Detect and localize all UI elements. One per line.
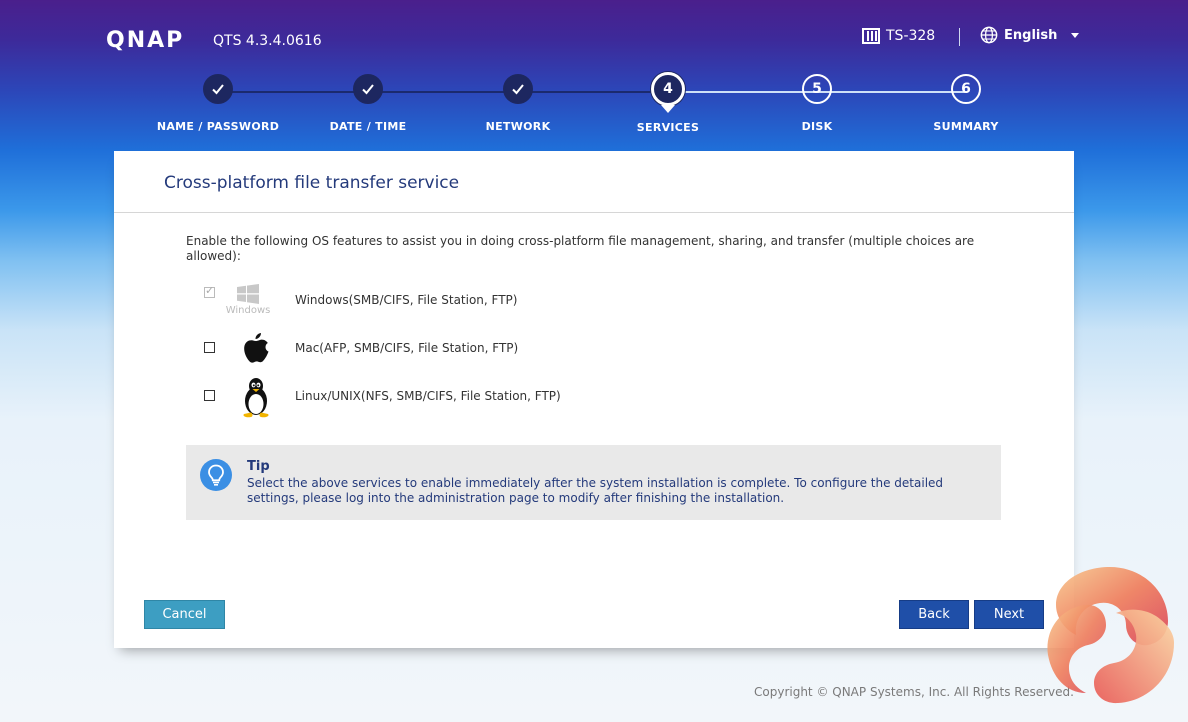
option-mac xyxy=(204,342,215,353)
copyright-footer: Copyright © QNAP Systems, Inc. All Right… xyxy=(754,685,1074,699)
nas-device-icon xyxy=(862,28,880,44)
title-divider xyxy=(114,212,1074,213)
site-watermark-logo xyxy=(1047,567,1174,704)
windows-label: Windows(SMB/CIFS, File Station, FTP) xyxy=(295,293,518,307)
step-label: NAME / PASSWORD xyxy=(156,120,280,133)
device-info: TS-328 xyxy=(862,28,935,44)
windows-caption: Windows xyxy=(225,305,271,316)
wizard-steps: NAME / PASSWORD DATE / TIME NETWORK 4 SE… xyxy=(0,72,1188,144)
step-label: SUMMARY xyxy=(933,120,999,133)
linux-checkbox[interactable] xyxy=(204,390,215,401)
step-label: SERVICES xyxy=(636,121,700,134)
panel-title: Cross-platform file transfer service xyxy=(164,173,460,193)
next-button[interactable]: Next xyxy=(974,600,1044,629)
globe-icon xyxy=(980,26,998,44)
option-linux xyxy=(204,390,215,401)
step-number: 6 xyxy=(951,74,981,104)
check-icon xyxy=(203,74,233,104)
step-label: DISK xyxy=(801,120,833,133)
language-label: English xyxy=(1004,27,1058,43)
services-panel: Cross-platform file transfer service Ena… xyxy=(114,151,1074,648)
check-icon xyxy=(353,74,383,104)
step-label: NETWORK xyxy=(485,120,551,133)
back-button[interactable]: Back xyxy=(899,600,969,629)
apple-icon xyxy=(240,330,272,366)
step-name-password: NAME / PASSWORD xyxy=(138,74,298,133)
mac-label: Mac(AFP, SMB/CIFS, File Station, FTP) xyxy=(295,341,519,355)
current-step-pointer xyxy=(661,105,675,113)
step-label: DATE / TIME xyxy=(329,120,407,133)
tip-title: Tip xyxy=(247,459,270,474)
intro-text: Enable the following OS features to assi… xyxy=(186,234,975,263)
tux-icon xyxy=(238,377,274,419)
qnap-logo: QNAP xyxy=(106,28,185,53)
windows-checkbox[interactable] xyxy=(204,284,215,298)
step-date-time: DATE / TIME xyxy=(288,74,448,133)
step-summary: 6 SUMMARY xyxy=(886,74,1046,133)
windows-icon: Windows xyxy=(226,282,270,318)
check-icon xyxy=(503,74,533,104)
step-number: 4 xyxy=(651,72,685,106)
cancel-button[interactable]: Cancel xyxy=(144,600,225,629)
device-name: TS-328 xyxy=(886,28,936,44)
step-number: 5 xyxy=(802,74,832,104)
lightbulb-icon xyxy=(200,459,232,491)
step-network: NETWORK xyxy=(438,74,598,133)
header-divider xyxy=(959,28,960,46)
language-selector[interactable]: English xyxy=(980,26,1080,44)
step-disk: 5 DISK xyxy=(737,74,897,133)
mac-checkbox[interactable] xyxy=(204,342,215,353)
tip-text: Select the above services to enable imme… xyxy=(247,476,944,505)
firmware-version: QTS 4.3.4.0616 xyxy=(213,33,322,49)
step-services: 4 SERVICES xyxy=(588,72,748,134)
chevron-down-icon xyxy=(1071,32,1080,38)
top-bar: QNAP QTS 4.3.4.0616 TS-328 English xyxy=(0,0,1188,70)
option-windows xyxy=(204,284,215,298)
linux-label: Linux/UNIX(NFS, SMB/CIFS, File Station, … xyxy=(295,389,561,403)
tip-box: Tip Select the above services to enable … xyxy=(186,445,1001,520)
